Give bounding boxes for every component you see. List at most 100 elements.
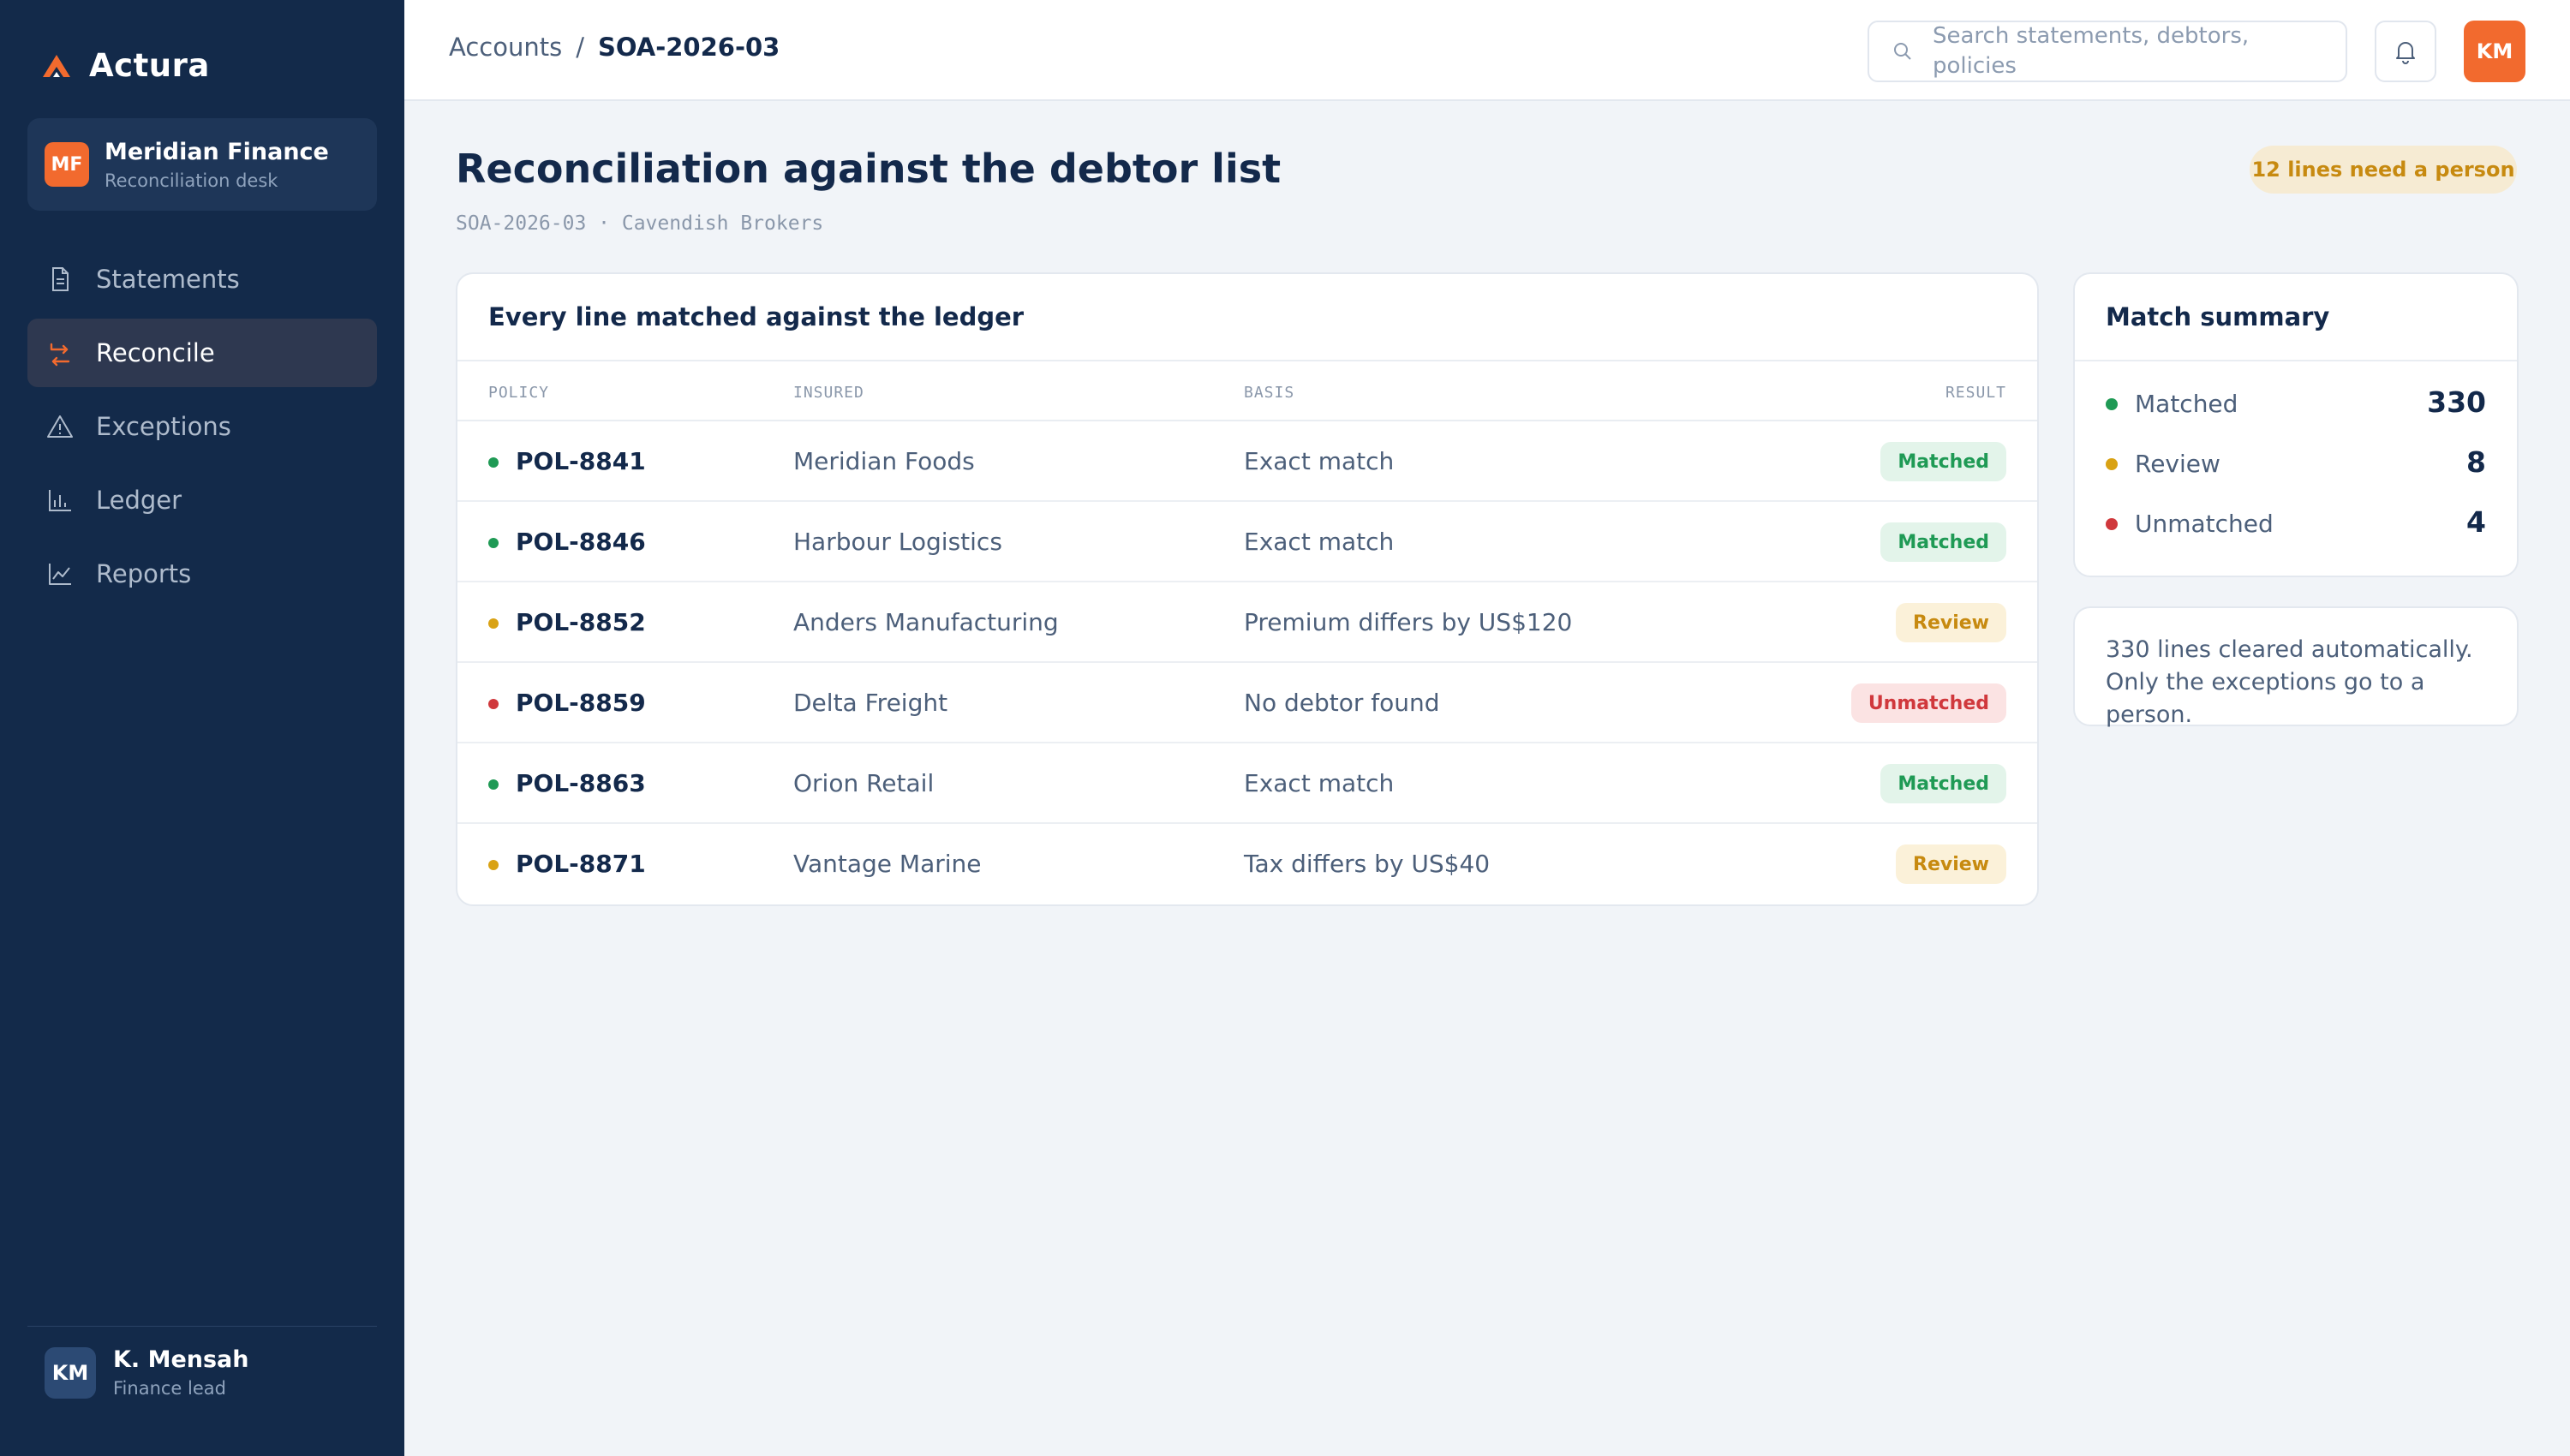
sidebar-item-label: Statements	[96, 265, 240, 294]
bar-chart-icon	[49, 490, 71, 511]
match-basis: No debtor found	[1244, 689, 1440, 717]
status-dot	[488, 457, 499, 468]
summary-row-unmatched: Unmatched 4	[2075, 493, 2517, 553]
result-badge: Review	[1896, 844, 2006, 884]
insured-name: Delta Freight	[793, 689, 948, 717]
status-dot	[2106, 518, 2118, 530]
match-basis: Exact match	[1244, 528, 1395, 556]
search-input[interactable]: Search statements, debtors, policies	[1868, 21, 2347, 82]
result-badge: Matched	[1880, 442, 2006, 481]
result-badge: Matched	[1880, 522, 2006, 562]
status-badge[interactable]: 12 lines need a person	[2250, 146, 2517, 194]
search-icon	[1894, 43, 1911, 60]
summary-title: Match summary	[2075, 274, 2517, 361]
page-title: Reconciliation against the debtor list	[456, 146, 1282, 192]
result-badge: Review	[1896, 603, 2006, 642]
match-basis: Exact match	[1244, 769, 1395, 797]
insured-name: Vantage Marine	[793, 850, 982, 878]
status-dot	[488, 860, 499, 870]
notifications-button[interactable]	[2375, 21, 2436, 82]
status-dot	[2106, 458, 2118, 470]
search-placeholder: Search statements, debtors, policies	[1933, 23, 2250, 79]
sidebar-nav: Statements Reconcile Exceptions Ledger R…	[27, 245, 377, 613]
avatar[interactable]: KM	[2464, 21, 2525, 82]
sidebar: Actura MF Meridian Finance Reconciliatio…	[0, 0, 404, 1456]
note-line: Only the exceptions go to a person.	[2106, 669, 2425, 728]
org-badge: MF	[45, 142, 89, 187]
page-subtitle: SOA-2026-03 · Cavendish Brokers	[456, 212, 824, 235]
topbar: Accounts / SOA-2026-03 Search statements…	[404, 0, 2570, 101]
reconcile-arrows-icon	[50, 343, 70, 367]
insured-name: Orion Retail	[793, 769, 935, 797]
match-basis: Exact match	[1244, 447, 1395, 475]
sidebar-item-reports[interactable]: Reports	[27, 540, 377, 608]
summary-label: Matched	[2135, 390, 2238, 418]
org-subtitle: Reconciliation desk	[105, 170, 278, 191]
column-header-policy[interactable]: POLICY	[488, 384, 549, 402]
status-dot	[488, 618, 499, 629]
policy-id[interactable]: POL-8863	[516, 769, 646, 797]
table-row[interactable]: POL-8859 Delta Freight No debtor found U…	[457, 663, 2037, 743]
column-header-basis[interactable]: BASIS	[1244, 384, 1294, 402]
summary-label: Unmatched	[2135, 510, 2274, 538]
policy-id[interactable]: POL-8846	[516, 528, 646, 556]
summary-count: 4	[2466, 505, 2486, 539]
column-header-result[interactable]: RESULT	[1945, 384, 2006, 402]
user-role: Finance lead	[113, 1378, 226, 1399]
result-badge: Unmatched	[1850, 683, 2006, 723]
sidebar-divider	[27, 1326, 377, 1327]
sidebar-item-label: Ledger	[96, 486, 182, 515]
insured-name: Anders Manufacturing	[793, 608, 1059, 636]
line-chart-icon	[49, 564, 71, 585]
summary-list: Matched 330 Review 8 Unmatched 4	[2075, 361, 2517, 553]
summary-count: 330	[2427, 385, 2486, 419]
sidebar-item-label: Exceptions	[96, 412, 231, 441]
column-header-insured[interactable]: INSURED	[793, 384, 864, 402]
breadcrumb-separator: /	[576, 33, 584, 62]
status-dot	[2106, 398, 2118, 410]
breadcrumb: Accounts / SOA-2026-03	[449, 33, 780, 62]
breadcrumb-current: SOA-2026-03	[597, 33, 780, 62]
reconciliation-table-card: Every line matched against the ledger PO…	[456, 272, 2039, 906]
user-name: K. Mensah	[113, 1346, 249, 1373]
result-badge: Matched	[1880, 764, 2006, 803]
sidebar-item-label: Reconcile	[96, 338, 215, 367]
table-row[interactable]: POL-8863 Orion Retail Exact match Matche…	[457, 743, 2037, 824]
policy-id[interactable]: POL-8871	[516, 850, 646, 878]
table-row[interactable]: POL-8871 Vantage Marine Tax differs by U…	[457, 824, 2037, 904]
summary-count: 8	[2466, 445, 2486, 479]
status-dot	[488, 538, 499, 548]
sidebar-item-statements[interactable]: Statements	[27, 245, 377, 313]
sidebar-item-ledger[interactable]: Ledger	[27, 466, 377, 534]
table-row[interactable]: POL-8841 Meridian Foods Exact match Matc…	[457, 421, 2037, 502]
app-name: Actura	[89, 46, 210, 84]
status-dot	[488, 779, 499, 790]
policy-id[interactable]: POL-8852	[516, 608, 646, 636]
table-card-title: Every line matched against the ledger	[457, 274, 2037, 361]
brand[interactable]: Actura	[41, 41, 210, 89]
status-dot	[488, 699, 499, 709]
summary-row-review: Review 8	[2075, 433, 2517, 493]
policy-id[interactable]: POL-8841	[516, 447, 646, 475]
breadcrumb-accounts[interactable]: Accounts	[449, 33, 562, 62]
match-basis: Tax differs by US$40	[1244, 850, 1491, 878]
summary-row-matched: Matched 330	[2075, 373, 2517, 433]
policy-id[interactable]: POL-8859	[516, 689, 646, 717]
sidebar-item-label: Reports	[96, 559, 192, 588]
sidebar-item-reconcile[interactable]: Reconcile	[27, 319, 377, 387]
table-row[interactable]: POL-8846 Harbour Logistics Exact match M…	[457, 502, 2037, 582]
org-switcher[interactable]: MF Meridian Finance Reconciliation desk	[27, 118, 377, 211]
warning-icon	[47, 415, 73, 438]
match-summary-card: Match summary Matched 330 Review 8 Unmat…	[2073, 272, 2519, 577]
avatar: KM	[45, 1346, 96, 1399]
summary-label: Review	[2135, 450, 2220, 478]
bell-icon	[2396, 42, 2415, 64]
user-profile[interactable]: KM K. Mensah Finance lead	[45, 1346, 249, 1399]
document-icon	[52, 267, 69, 291]
table-row[interactable]: POL-8852 Anders Manufacturing Premium di…	[457, 582, 2037, 663]
org-name: Meridian Finance	[105, 138, 329, 165]
auto-clear-note: 330 lines cleared automatically. Only th…	[2073, 606, 2519, 728]
sidebar-item-exceptions[interactable]: Exceptions	[27, 392, 377, 461]
insured-name: Harbour Logistics	[793, 528, 1002, 556]
table-header: POLICY INSURED BASIS RESULT	[457, 361, 2037, 421]
